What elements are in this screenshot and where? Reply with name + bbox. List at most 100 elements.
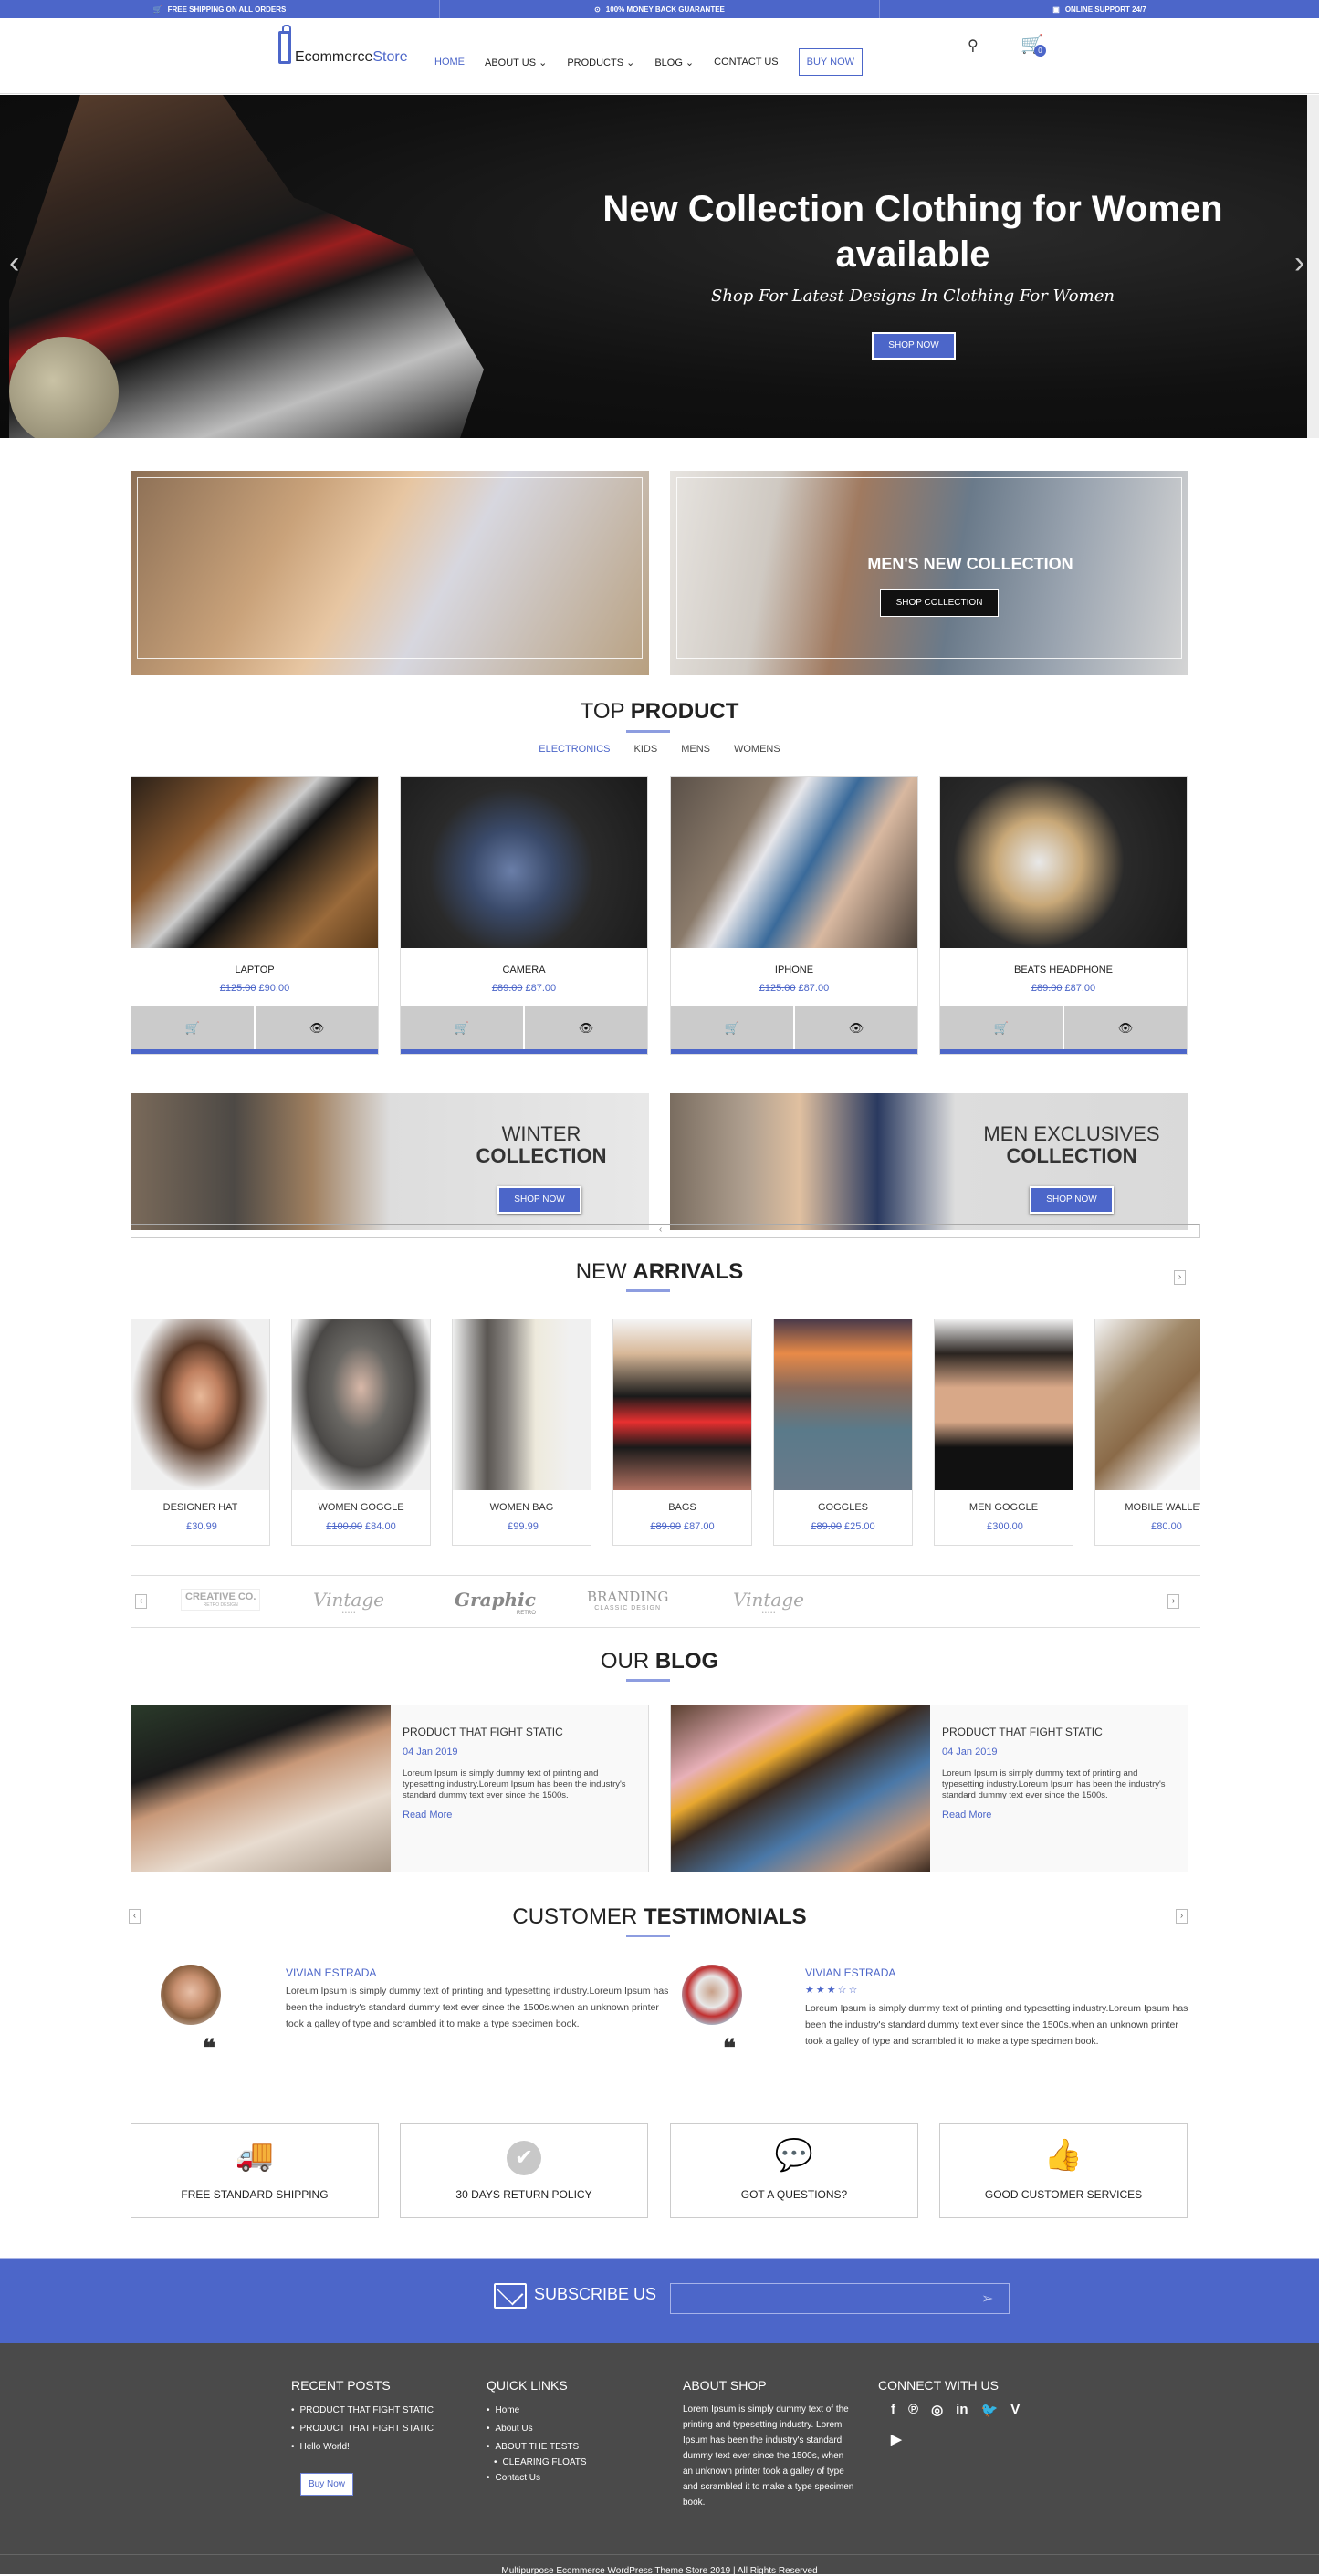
- arrival-card[interactable]: DESIGNER HAT £30.99: [131, 1319, 270, 1546]
- tab-electronics[interactable]: ELECTRONICS: [539, 744, 610, 755]
- footer-about-text: Lorem Ipsum is simply dummy text of the …: [683, 2404, 854, 2508]
- vimeo-icon[interactable]: V: [1010, 2402, 1020, 2418]
- collection-prev-arrow[interactable]: ‹: [659, 1225, 662, 1235]
- quote-icon: ❝: [203, 2035, 215, 2062]
- product-card[interactable]: CAMERA £89.00 £87.00 🛒 👁: [400, 776, 648, 1055]
- blog-post-title[interactable]: PRODUCT THAT FIGHT STATIC: [403, 1726, 563, 1738]
- nav-home[interactable]: HOME: [434, 57, 465, 68]
- brand-logo-graphic[interactable]: Graphic RETRO: [455, 1589, 536, 1616]
- add-to-cart-button[interactable]: 🛒: [401, 1006, 523, 1050]
- laptop-image: [131, 777, 378, 948]
- footer-link-about-tests[interactable]: ABOUT THE TESTS: [487, 2438, 587, 2456]
- men-shop-now-button[interactable]: SHOP NOW: [1030, 1186, 1114, 1214]
- subscribe-section: SUBSCRIBE US ➢: [0, 2258, 1319, 2343]
- winter-collection-banner[interactable]: WINTER COLLECTION SHOP NOW: [131, 1093, 649, 1230]
- goggles-image: [774, 1319, 912, 1490]
- nav-contact-us[interactable]: CONTACT US: [714, 57, 779, 68]
- promo-frame: [137, 477, 643, 659]
- promo-banner-women[interactable]: [131, 471, 649, 675]
- hero-next-arrow[interactable]: ›: [1294, 245, 1304, 281]
- footer-link-home[interactable]: Home: [487, 2402, 587, 2420]
- blog-post-title[interactable]: PRODUCT THAT FIGHT STATIC: [942, 1726, 1103, 1738]
- arrival-card[interactable]: MOBILE WALLET £80.00: [1094, 1319, 1200, 1546]
- arrival-price: £89.00 £87.00: [650, 1521, 715, 1532]
- send-icon[interactable]: ➢: [981, 2289, 993, 2308]
- footer-link-clearing-floats[interactable]: CLEARING FLOATS: [487, 2456, 587, 2469]
- footer-buy-now-button[interactable]: Buy Now: [300, 2473, 354, 2496]
- cart-icon: 🛒: [724, 1021, 740, 1035]
- title-underline: [626, 1289, 670, 1292]
- feature-return-policy: ✔ 30 DAYS RETURN POLICY: [400, 2123, 648, 2218]
- men-goggle-image: [935, 1319, 1073, 1490]
- arrival-card[interactable]: BAGS £89.00 £87.00: [612, 1319, 752, 1546]
- nav-blog[interactable]: BLOG ⌄: [654, 57, 694, 68]
- hero-shop-now-button[interactable]: SHOP NOW: [872, 332, 956, 360]
- arrival-card[interactable]: GOGGLES £89.00 £25.00: [773, 1319, 913, 1546]
- topbar-shipping-label: FREE SHIPPING ON ALL ORDERS: [167, 5, 287, 14]
- brand-logo-creative[interactable]: CREATIVE CO. RETRO DESIGN: [181, 1589, 261, 1611]
- add-to-cart-button[interactable]: 🛒: [940, 1006, 1063, 1050]
- facebook-icon[interactable]: f: [891, 2402, 895, 2418]
- youtube-icon[interactable]: ▶: [891, 2431, 902, 2447]
- tab-mens[interactable]: MENS: [681, 744, 710, 755]
- quick-view-button[interactable]: 👁: [256, 1006, 378, 1050]
- men-exclusives-banner[interactable]: MEN EXCLUSIVES COLLECTION SHOP NOW: [670, 1093, 1188, 1230]
- promo-men-title: MEN'S NEW COLLECTION: [867, 555, 1073, 573]
- brand-logo-vintage[interactable]: Vintage • • • • •: [313, 1589, 384, 1616]
- linkedin-icon[interactable]: in: [956, 2402, 968, 2418]
- cart-icon: 🛒: [993, 1021, 1010, 1035]
- tab-kids[interactable]: KIDS: [634, 744, 658, 755]
- brand-logo-branding[interactable]: BRANDING CLASSIC DESIGN: [587, 1589, 668, 1611]
- brands-next-button[interactable]: ›: [1167, 1594, 1179, 1609]
- brands-prev-button[interactable]: ‹: [135, 1594, 147, 1609]
- read-more-link[interactable]: Read More: [403, 1809, 452, 1820]
- arrival-card[interactable]: WOMEN BAG £99.99: [452, 1319, 591, 1546]
- footer-link[interactable]: PRODUCT THAT FIGHT STATIC: [291, 2402, 434, 2420]
- footer-link-contact[interactable]: Contact Us: [487, 2469, 587, 2487]
- winter-line2: COLLECTION: [476, 1144, 607, 1167]
- subscribe-email-input[interactable]: [670, 2283, 1010, 2314]
- instagram-icon[interactable]: ◎: [931, 2402, 943, 2418]
- subscribe-label: SUBSCRIBE US: [534, 2285, 657, 2303]
- product-card[interactable]: IPHONE £125.00 £87.00 🛒 👁: [670, 776, 918, 1055]
- iphone-image: [671, 777, 917, 948]
- footer-about-shop: ABOUT SHOP Lorem Ipsum is simply dummy t…: [683, 2378, 856, 2510]
- hero-prev-arrow[interactable]: ‹: [9, 245, 19, 281]
- new-arrivals-title: NEW ARRIVALS: [575, 1259, 744, 1284]
- quick-view-button[interactable]: 👁: [795, 1006, 917, 1050]
- footer-link[interactable]: Hello World!: [291, 2438, 434, 2456]
- arrivals-next-button[interactable]: ›: [1174, 1270, 1186, 1285]
- nav-about-us[interactable]: ABOUT US ⌄: [485, 57, 547, 68]
- feature-questions: 💬 GOT A QUESTIONS?: [670, 2123, 918, 2218]
- product-price: £125.00 £90.00: [219, 983, 290, 994]
- site-logo[interactable]: EcommerceStore: [278, 25, 424, 78]
- search-icon[interactable]: ⚲: [968, 37, 979, 55]
- footer-link-about[interactable]: About Us: [487, 2420, 587, 2438]
- twitter-icon[interactable]: 🐦: [981, 2402, 999, 2418]
- read-more-link[interactable]: Read More: [942, 1809, 991, 1820]
- arrival-name: DESIGNER HAT: [162, 1502, 238, 1513]
- women-bag-image: [453, 1319, 591, 1490]
- nav-products[interactable]: PRODUCTS ⌄: [567, 57, 634, 68]
- tab-womens[interactable]: WOMENS: [734, 744, 780, 755]
- footer-link[interactable]: PRODUCT THAT FIGHT STATIC: [291, 2420, 434, 2438]
- add-to-cart-button[interactable]: 🛒: [131, 1006, 254, 1050]
- blog-card[interactable]: PRODUCT THAT FIGHT STATIC 04 Jan 2019 Lo…: [670, 1705, 1188, 1872]
- pinterest-icon[interactable]: ℗: [908, 2402, 918, 2418]
- blog-card[interactable]: PRODUCT THAT FIGHT STATIC 04 Jan 2019 Lo…: [131, 1705, 649, 1872]
- arrival-card[interactable]: WOMEN GOGGLE £100.00 £84.00: [291, 1319, 431, 1546]
- add-to-cart-button[interactable]: 🛒: [671, 1006, 793, 1050]
- camera-image: [401, 777, 647, 948]
- product-card[interactable]: BEATS HEADPHONE £89.00 £87.00 🛒 👁: [939, 776, 1188, 1055]
- hero-right-edge: [1307, 95, 1319, 438]
- quick-view-button[interactable]: 👁: [525, 1006, 647, 1050]
- brand-logos-carousel: ‹ › CREATIVE CO. RETRO DESIGN Vintage • …: [131, 1575, 1200, 1628]
- quick-view-button[interactable]: 👁: [1064, 1006, 1187, 1050]
- product-card[interactable]: LAPTOP £125.00 £90.00 🛒 👁: [131, 776, 379, 1055]
- shop-collection-button[interactable]: SHOP COLLECTION: [880, 589, 999, 617]
- brand-logo-vintage-2[interactable]: Vintage • • • • •: [733, 1589, 804, 1616]
- promo-banner-men[interactable]: MEN'S NEW COLLECTION SHOP COLLECTION: [670, 471, 1188, 675]
- winter-shop-now-button[interactable]: SHOP NOW: [497, 1186, 581, 1214]
- arrival-card[interactable]: MEN GOGGLE £300.00: [934, 1319, 1073, 1546]
- nav-buy-now-button[interactable]: BUY NOW: [798, 48, 864, 76]
